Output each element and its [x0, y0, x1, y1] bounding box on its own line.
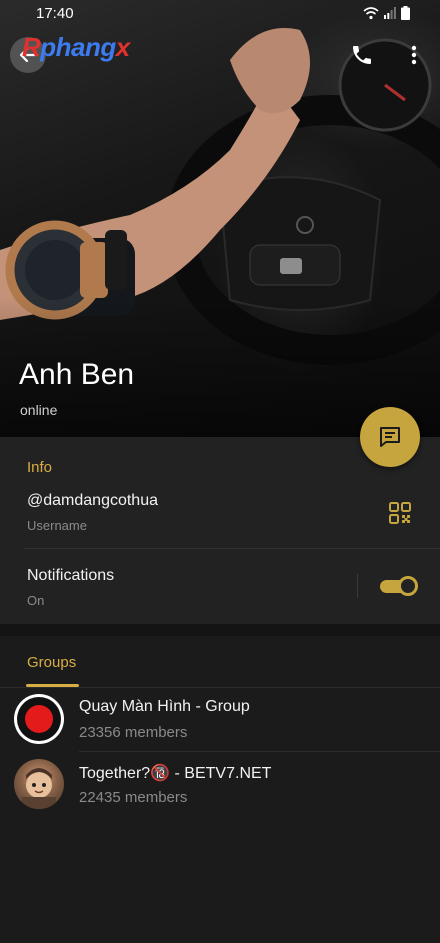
notifications-state: On [27, 593, 45, 608]
info-section-title: Info [27, 459, 53, 476]
section-gap [0, 624, 440, 636]
status-time: 17:40 [36, 5, 74, 22]
username-label: Username [27, 518, 87, 533]
group-members: 22435 members [79, 789, 188, 806]
tab-bar-divider [0, 687, 440, 688]
username-value[interactable]: @damdangcothua [27, 492, 158, 510]
qr-code-icon[interactable] [388, 501, 412, 525]
toggle-knob [398, 576, 418, 596]
message-icon [380, 427, 400, 447]
brand-part-2: phang [40, 32, 116, 62]
tab-groups[interactable]: Groups [27, 654, 76, 671]
status-icons [363, 6, 410, 20]
more-vertical-icon[interactable] [402, 43, 426, 67]
record-ring [17, 697, 61, 741]
phone-icon[interactable] [350, 43, 374, 67]
notifications-label[interactable]: Notifications [27, 567, 114, 585]
info-divider [23, 548, 440, 549]
group-avatar-record[interactable] [14, 694, 64, 744]
notifications-separator [357, 574, 358, 598]
group-divider [79, 751, 440, 752]
brand-watermark: Rphangx [22, 32, 130, 63]
signal-icon [384, 7, 396, 19]
send-message-button[interactable] [360, 407, 420, 467]
battery-icon [401, 6, 410, 20]
status-bar: 17:40 [0, 0, 440, 28]
record-dot-icon [25, 705, 53, 733]
avatar-image [22, 768, 56, 809]
profile-name: Anh Ben [19, 358, 135, 391]
wifi-icon [363, 7, 379, 20]
brand-part-1: R [22, 32, 41, 62]
group-name[interactable]: Together?🔞 - BETV7.NET [79, 763, 271, 783]
notifications-toggle[interactable] [380, 576, 418, 596]
group-members: 23356 members [79, 724, 188, 741]
group-name[interactable]: Quay Màn Hình - Group [79, 698, 250, 716]
brand-part-3: x [115, 32, 130, 62]
group-avatar-photo[interactable] [14, 759, 64, 809]
groups-section [0, 636, 440, 943]
profile-status: online [20, 402, 58, 418]
